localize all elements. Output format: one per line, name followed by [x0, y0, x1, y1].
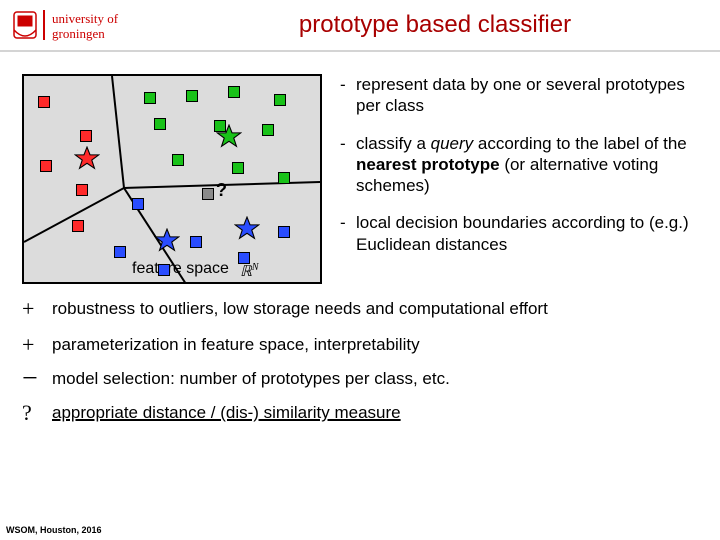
data-square-red	[76, 184, 88, 196]
lower-item: +robustness to outliers, low storage nee…	[22, 296, 698, 322]
data-square-grn	[172, 154, 184, 166]
data-square-red	[38, 96, 50, 108]
data-square-blu	[278, 226, 290, 238]
rn-symbol: ℝN	[240, 262, 259, 281]
bullet-item: -local decision boundaries according to …	[340, 212, 698, 255]
prototype-star	[234, 216, 260, 242]
data-square-blu	[132, 198, 144, 210]
lower-item: −model selection: number of prototypes p…	[22, 368, 698, 390]
query-mark: ?	[216, 180, 227, 201]
lower-list: +robustness to outliers, low storage nee…	[0, 284, 720, 426]
data-square-grn	[144, 92, 156, 104]
bullet-item: -represent data by one or several protot…	[340, 74, 698, 117]
data-square-grn	[232, 162, 244, 174]
data-square-blu	[190, 236, 202, 248]
data-square-blu	[114, 246, 126, 258]
data-square-blu	[158, 264, 170, 276]
logo-text-top: university of	[52, 11, 119, 26]
data-square-red	[72, 220, 84, 232]
slide-title: prototype based classifier	[180, 11, 710, 39]
logo-text-bottom: groningen	[52, 26, 105, 41]
slide-footer: WSOM, Houston, 2016	[6, 525, 102, 535]
data-square-red	[80, 130, 92, 142]
data-square-grn	[262, 124, 274, 136]
slide-header: university of groningen prototype based …	[0, 0, 720, 46]
university-logo: university of groningen	[10, 6, 180, 44]
data-square-grn	[154, 118, 166, 130]
data-square-grn	[186, 90, 198, 102]
prototype-star	[74, 146, 100, 172]
prototype-star	[154, 228, 180, 254]
data-square-grn	[278, 172, 290, 184]
data-square-grn	[228, 86, 240, 98]
feature-space-figure: ? feature space ℝN	[22, 74, 322, 284]
data-square-grn	[274, 94, 286, 106]
lower-item: ?appropriate distance / (dis-) similarit…	[22, 400, 698, 426]
data-square-red	[40, 160, 52, 172]
prototype-star	[216, 124, 242, 150]
bullet-item: -classify a query according to the label…	[340, 133, 698, 197]
lower-item: +parameterization in feature space, inte…	[22, 332, 698, 358]
bullet-list: -represent data by one or several protot…	[340, 74, 698, 284]
data-square-gry	[202, 188, 214, 200]
feature-space-label: feature space	[132, 260, 229, 278]
data-square-blu	[238, 252, 250, 264]
